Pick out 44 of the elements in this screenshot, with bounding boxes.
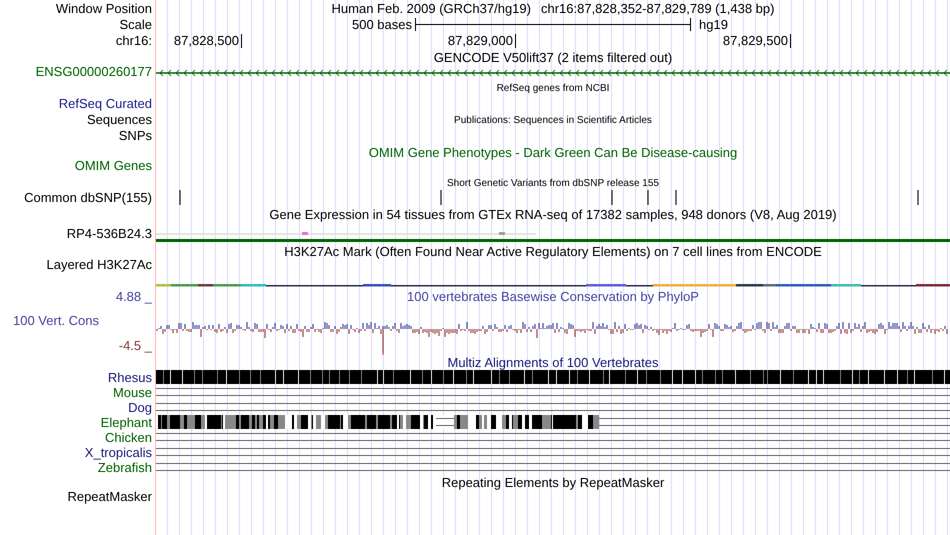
track-label[interactable]: Common dbSNP(155): [24, 190, 152, 206]
track-title: Publications: Sequences in Scientific Articles: [454, 114, 652, 128]
alignment-drawing[interactable]: [156, 415, 950, 429]
expression-drawing[interactable]: [156, 232, 950, 242]
track-title: GENCODE V50lift37 (2 items filtered out): [434, 49, 672, 68]
conservation-drawing[interactable]: [156, 322, 948, 355]
track-title: Short Genetic Variants from dbSNP release 155: [447, 176, 659, 190]
ruler-tick-label: 87,829,000: [424, 34, 516, 48]
track-label[interactable]: Sequences SNPs: [86, 112, 152, 144]
track-title: Gene Expression in 54 tissues from GTEx RNA-seq of 17382 samples, 948 donors (V8, Aug 2019): [269, 206, 837, 224]
species-label[interactable]: Rhesus: [108, 370, 152, 385]
species-label[interactable]: Mouse: [112, 385, 152, 400]
track-label[interactable]: Layered H3K27Ac: [46, 257, 152, 273]
track-label[interactable]: ENSG00000260177: [36, 64, 152, 80]
position-text: chr16:87,828,352-87,829,789 (1,438 bp): [540, 0, 774, 18]
track-label[interactable]: 100 Vert. Cons: [13, 311, 99, 331]
axis-label: -4.5 _: [118, 336, 152, 355]
alignment-drawing[interactable]: [156, 370, 950, 384]
track-label: Scale: [119, 18, 152, 31]
track-title: 100 vertebrates Basewise Conservation by PhyloP: [407, 288, 699, 306]
track-title: OMIM Gene Phenotypes - Dark Green Can Be Disease-causing: [368, 144, 738, 162]
gene-drawing[interactable]: [156, 70, 950, 76]
species-label[interactable]: X_tropicalis: [84, 445, 152, 460]
track-title: RefSeq genes from NCBI: [496, 82, 610, 96]
track-label[interactable]: RP4-536B24.3: [66, 226, 152, 242]
species-label[interactable]: Dog: [128, 400, 152, 415]
track-label: Window Position: [56, 0, 152, 18]
scale-label: hg19: [698, 18, 729, 31]
axis-label: 4.88 _: [116, 288, 152, 306]
track-title: Repeating Elements by RepeatMasker: [442, 474, 664, 492]
track-title: H3K27Ac Mark (Often Found Near Active Regulatory Elements) on 7 cell lines from ENCODE: [284, 243, 822, 262]
species-label[interactable]: Chicken: [105, 430, 152, 445]
track-label[interactable]: OMIM Genes: [74, 158, 152, 174]
track-label: chr16:: [116, 32, 152, 50]
scale-label: 500 bases: [351, 18, 413, 31]
track-label[interactable]: RefSeq Curated: [58, 96, 152, 112]
species-label[interactable]: Zebrafish: [98, 460, 152, 475]
track-label[interactable]: RepeatMasker: [67, 489, 152, 505]
ruler-tick-label: 87,828,500: [150, 34, 242, 48]
ruler-tick-label: 87,829,500: [699, 34, 791, 48]
track-title: Multiz Alignments of 100 Vertebrates: [447, 354, 658, 372]
assembly-title: Human Feb. 2009 (GRCh37/hg19): [332, 0, 531, 18]
species-label[interactable]: Elephant: [100, 415, 152, 430]
signal-drawing[interactable]: [156, 284, 950, 286]
